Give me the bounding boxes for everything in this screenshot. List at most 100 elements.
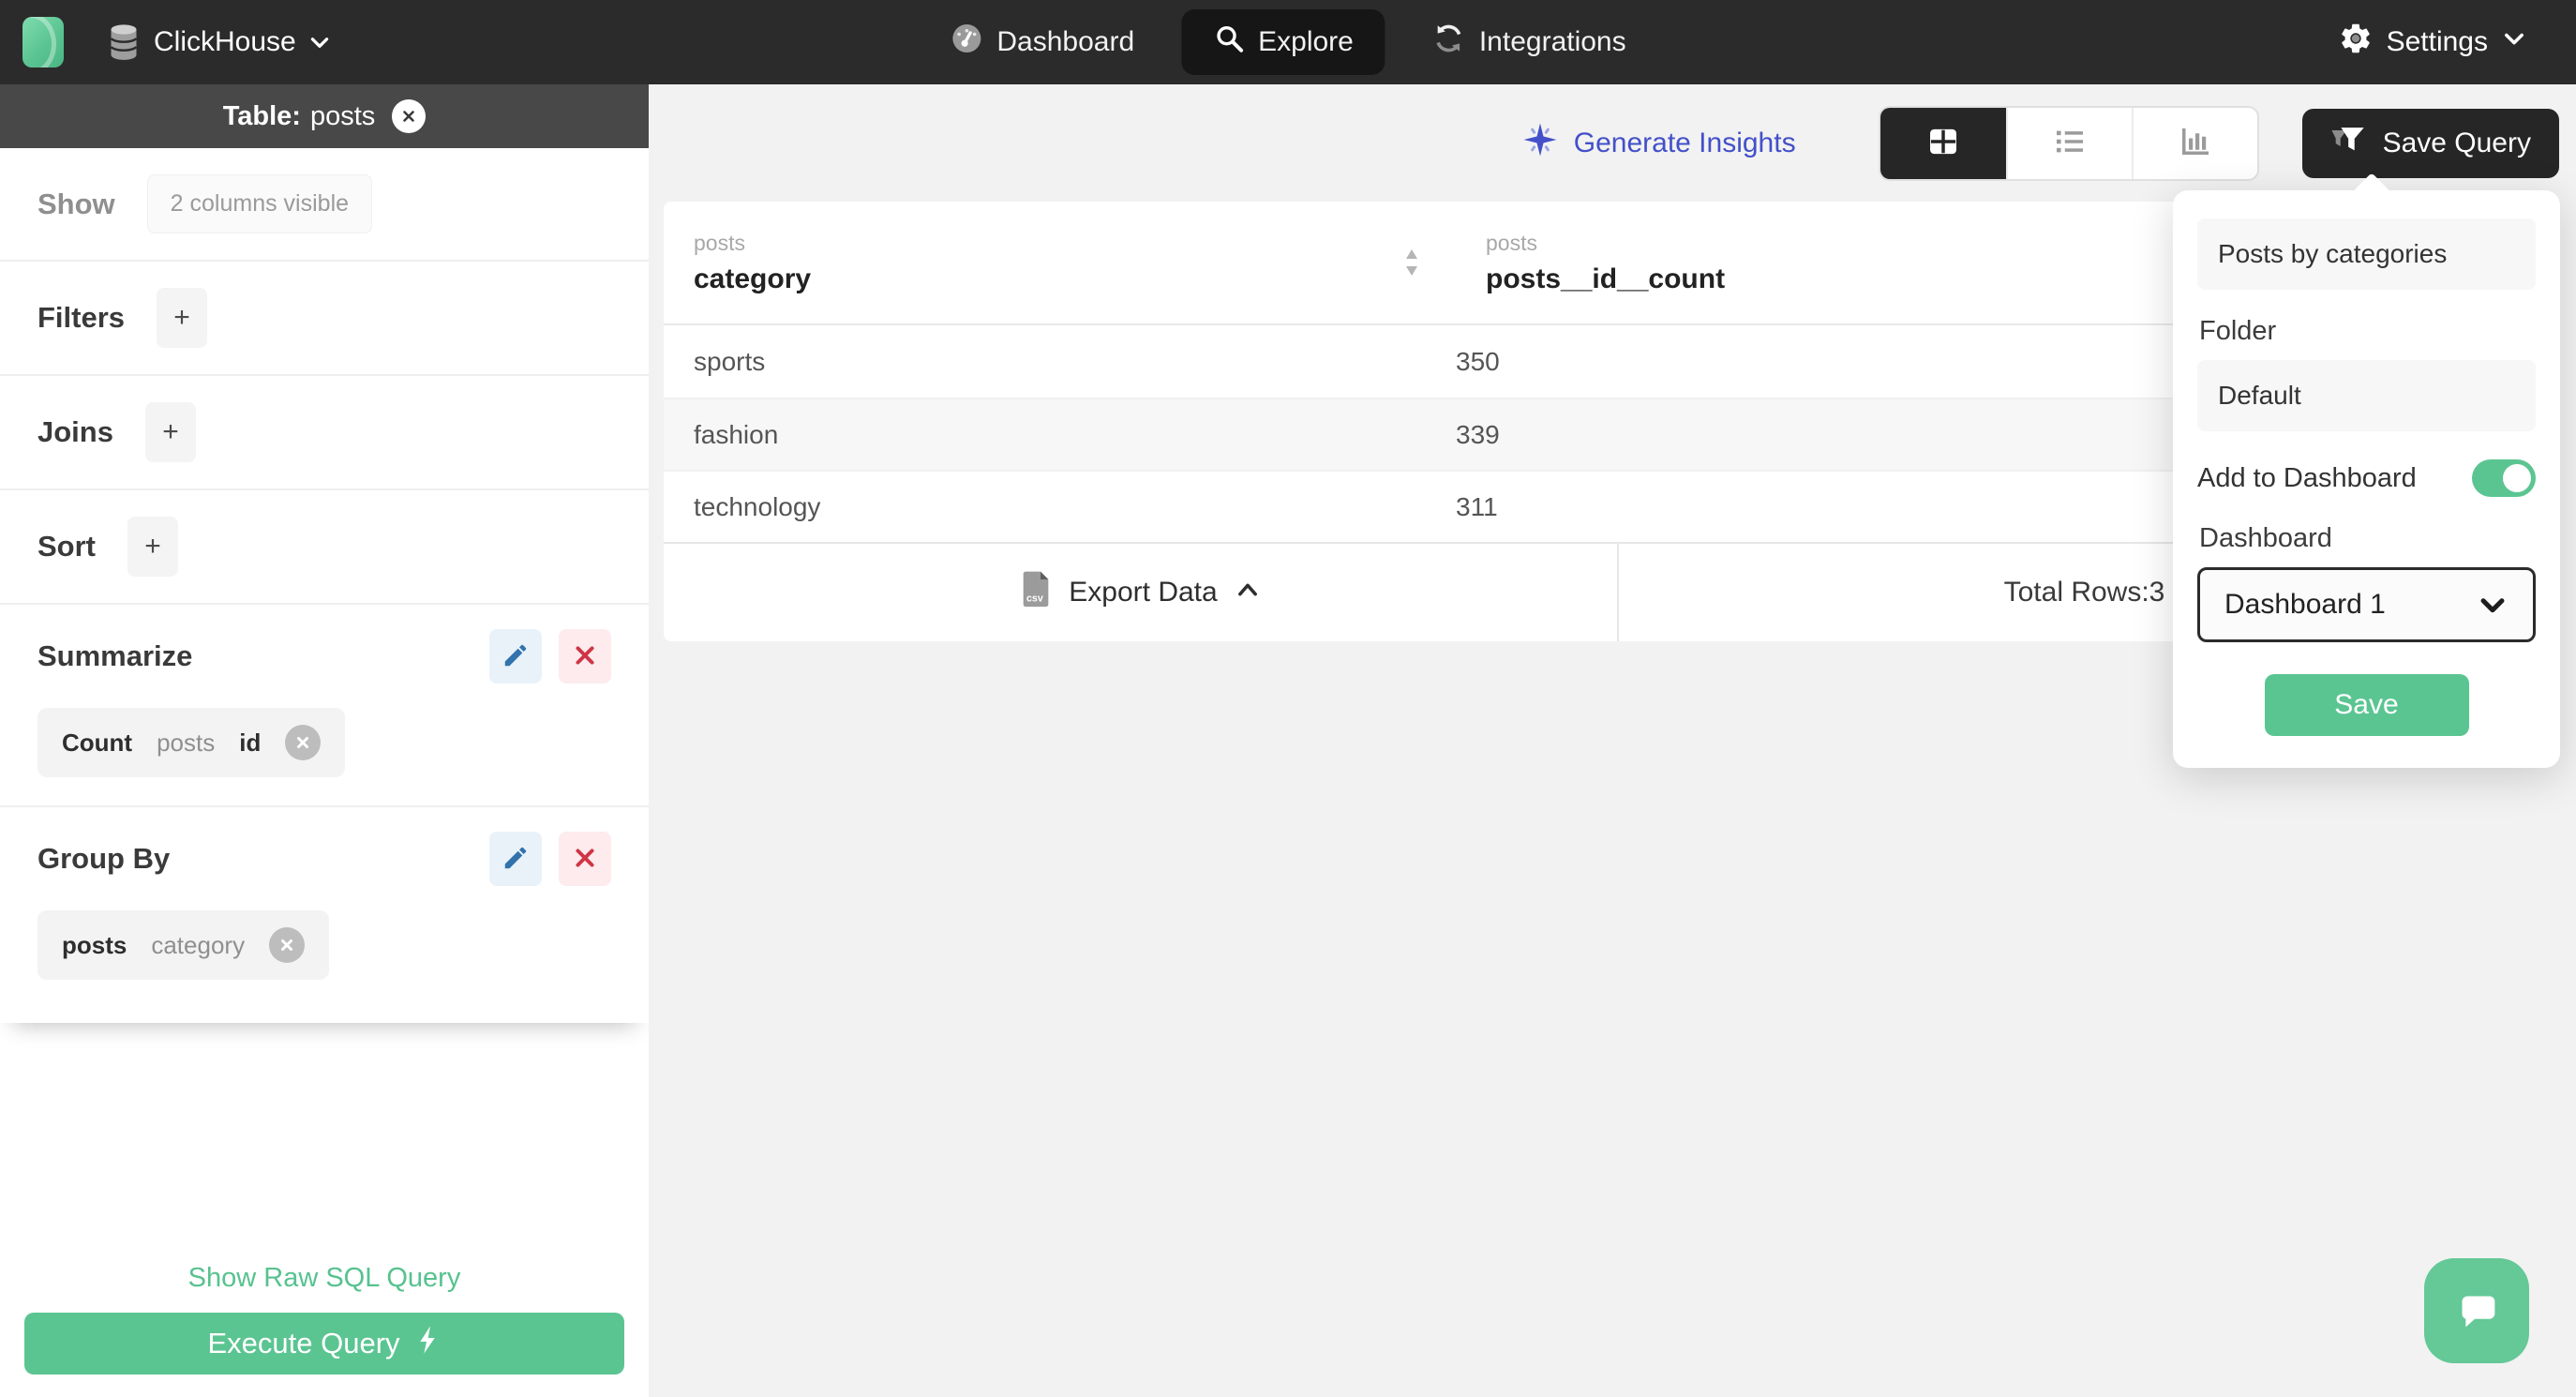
- column-name: category: [694, 263, 812, 294]
- joins-row: Joins +: [0, 376, 649, 490]
- nav-item-label: Integrations: [1478, 26, 1626, 57]
- settings-label: Settings: [2386, 26, 2488, 57]
- save-query-label: Save Query: [2382, 127, 2531, 158]
- filters-label: Filters: [37, 301, 126, 334]
- chip-column: category: [151, 930, 246, 959]
- chat-widget-button[interactable]: [2424, 1258, 2529, 1363]
- nav-item-explore[interactable]: Explore: [1181, 9, 1385, 75]
- chart-view-button[interactable]: [2131, 107, 2257, 179]
- chat-icon: [2448, 1281, 2506, 1342]
- remove-summarize-button[interactable]: [559, 629, 611, 683]
- brand-name: ClickHouse: [154, 26, 296, 57]
- gear-icon: [2338, 21, 2374, 64]
- show-raw-sql-link[interactable]: Show Raw SQL Query: [0, 1263, 649, 1294]
- edit-group-by-button[interactable]: [489, 832, 542, 886]
- remove-group-by-button[interactable]: [559, 832, 611, 886]
- list-view-button[interactable]: [2005, 107, 2132, 179]
- columns-visible-chip[interactable]: 2 columns visible: [146, 174, 373, 233]
- chip-column: id: [239, 728, 262, 757]
- results-toolbar: Generate Insights Save Query: [649, 84, 2576, 202]
- dashboard-select-value: Dashboard 1: [2224, 589, 2386, 620]
- dashboard-select[interactable]: Dashboard 1: [2197, 567, 2536, 642]
- toggle-knob: [2503, 464, 2531, 492]
- add-filter-button[interactable]: +: [157, 288, 208, 348]
- funnel-icon: [2330, 123, 2368, 164]
- add-sort-button[interactable]: +: [127, 517, 178, 577]
- database-icon: [107, 23, 141, 61]
- execute-query-button[interactable]: Execute Query: [24, 1313, 624, 1374]
- dashboard-icon: [950, 22, 983, 63]
- svg-text:csv: csv: [1026, 593, 1043, 604]
- integrations-icon: [1432, 22, 1466, 63]
- table-header-label: Table:: [222, 100, 301, 131]
- generate-insights-label: Generate Insights: [1573, 127, 1796, 158]
- group-by-label: Group By: [37, 842, 171, 875]
- summarize-label: Summarize: [37, 639, 193, 672]
- column-group: posts: [694, 230, 745, 255]
- sort-row: Sort +: [0, 490, 649, 605]
- popover-save-button[interactable]: Save: [2264, 674, 2469, 736]
- export-data-button[interactable]: csv Export Data: [664, 544, 1619, 641]
- chip-table: posts: [62, 930, 127, 959]
- total-rows-label: Total Rows:3: [2003, 577, 2165, 608]
- show-label: Show: [37, 187, 115, 220]
- show-row: Show 2 columns visible: [0, 148, 649, 262]
- query-builder-sidebar: Table: posts Show 2 columns visible Filt…: [0, 84, 649, 1397]
- cell-category: fashion: [694, 419, 779, 449]
- chevron-up-icon: [1235, 577, 1261, 608]
- settings-menu[interactable]: Settings: [2338, 21, 2527, 64]
- table-view-button[interactable]: [1880, 107, 2006, 179]
- chevron-down-icon: [2477, 589, 2509, 621]
- remove-chip-icon[interactable]: [285, 725, 322, 760]
- sort-icon[interactable]: [1401, 248, 1422, 278]
- add-to-dashboard-toggle[interactable]: [2472, 459, 2536, 497]
- column-header-category[interactable]: posts category: [664, 231, 1456, 295]
- nav-item-integrations[interactable]: Integrations: [1423, 8, 1636, 76]
- lightning-icon: [415, 1325, 442, 1362]
- table-view-icon: [1924, 122, 1963, 164]
- filters-row: Filters +: [0, 262, 649, 376]
- column-header-count[interactable]: posts posts__id__count: [1456, 231, 1725, 295]
- column-name: posts__id__count: [1486, 263, 1726, 294]
- table-header: Table: posts: [0, 84, 649, 148]
- delete-icon: [573, 643, 597, 670]
- nav-item-label: Explore: [1258, 26, 1354, 57]
- delete-icon: [573, 846, 597, 873]
- edit-summarize-button[interactable]: [489, 629, 542, 683]
- group-by-section: Group By posts category: [0, 807, 649, 1023]
- builder-panel: Show 2 columns visible Filters + Joins +…: [0, 148, 649, 1023]
- add-to-dashboard-label: Add to Dashboard: [2197, 462, 2417, 493]
- aggregate-fn: Count: [62, 728, 133, 757]
- view-toggle: [1878, 105, 2259, 181]
- search-icon: [1213, 23, 1245, 62]
- add-to-dashboard-row: Add to Dashboard: [2197, 459, 2536, 497]
- add-join-button[interactable]: +: [144, 402, 196, 462]
- summarize-section: Summarize Count posts id: [0, 605, 649, 807]
- export-data-label: Export Data: [1069, 577, 1218, 608]
- list-view-icon: [2050, 122, 2089, 164]
- primary-nav: Dashboard Explore Integrations: [940, 8, 1635, 76]
- cell-count: 350: [1456, 346, 1500, 376]
- top-nav: ClickHouse Dashboard Explore Integration…: [0, 0, 2576, 84]
- cell-count: 339: [1456, 419, 1500, 449]
- folder-input[interactable]: [2197, 360, 2536, 431]
- remove-chip-icon[interactable]: [269, 927, 306, 963]
- cell-category: sports: [694, 346, 766, 376]
- joins-label: Joins: [37, 415, 113, 448]
- query-name-input[interactable]: [2197, 218, 2536, 290]
- nav-item-dashboard[interactable]: Dashboard: [940, 8, 1144, 76]
- brand[interactable]: ClickHouse: [22, 17, 332, 68]
- pencil-icon: [502, 844, 530, 875]
- chevron-down-icon: [2501, 25, 2527, 59]
- csv-file-icon: csv: [1020, 570, 1052, 615]
- column-group: posts: [1486, 230, 1537, 255]
- execute-query-label: Execute Query: [207, 1327, 400, 1359]
- chip-table: posts: [157, 728, 216, 757]
- folder-label: Folder: [2199, 316, 2277, 346]
- save-query-button[interactable]: Save Query: [2301, 108, 2559, 178]
- close-icon[interactable]: [392, 99, 427, 133]
- cell-count: 311: [1456, 491, 1498, 521]
- nav-item-label: Dashboard: [996, 26, 1135, 57]
- chart-view-icon: [2176, 122, 2215, 164]
- generate-insights-link[interactable]: Generate Insights: [1521, 121, 1796, 166]
